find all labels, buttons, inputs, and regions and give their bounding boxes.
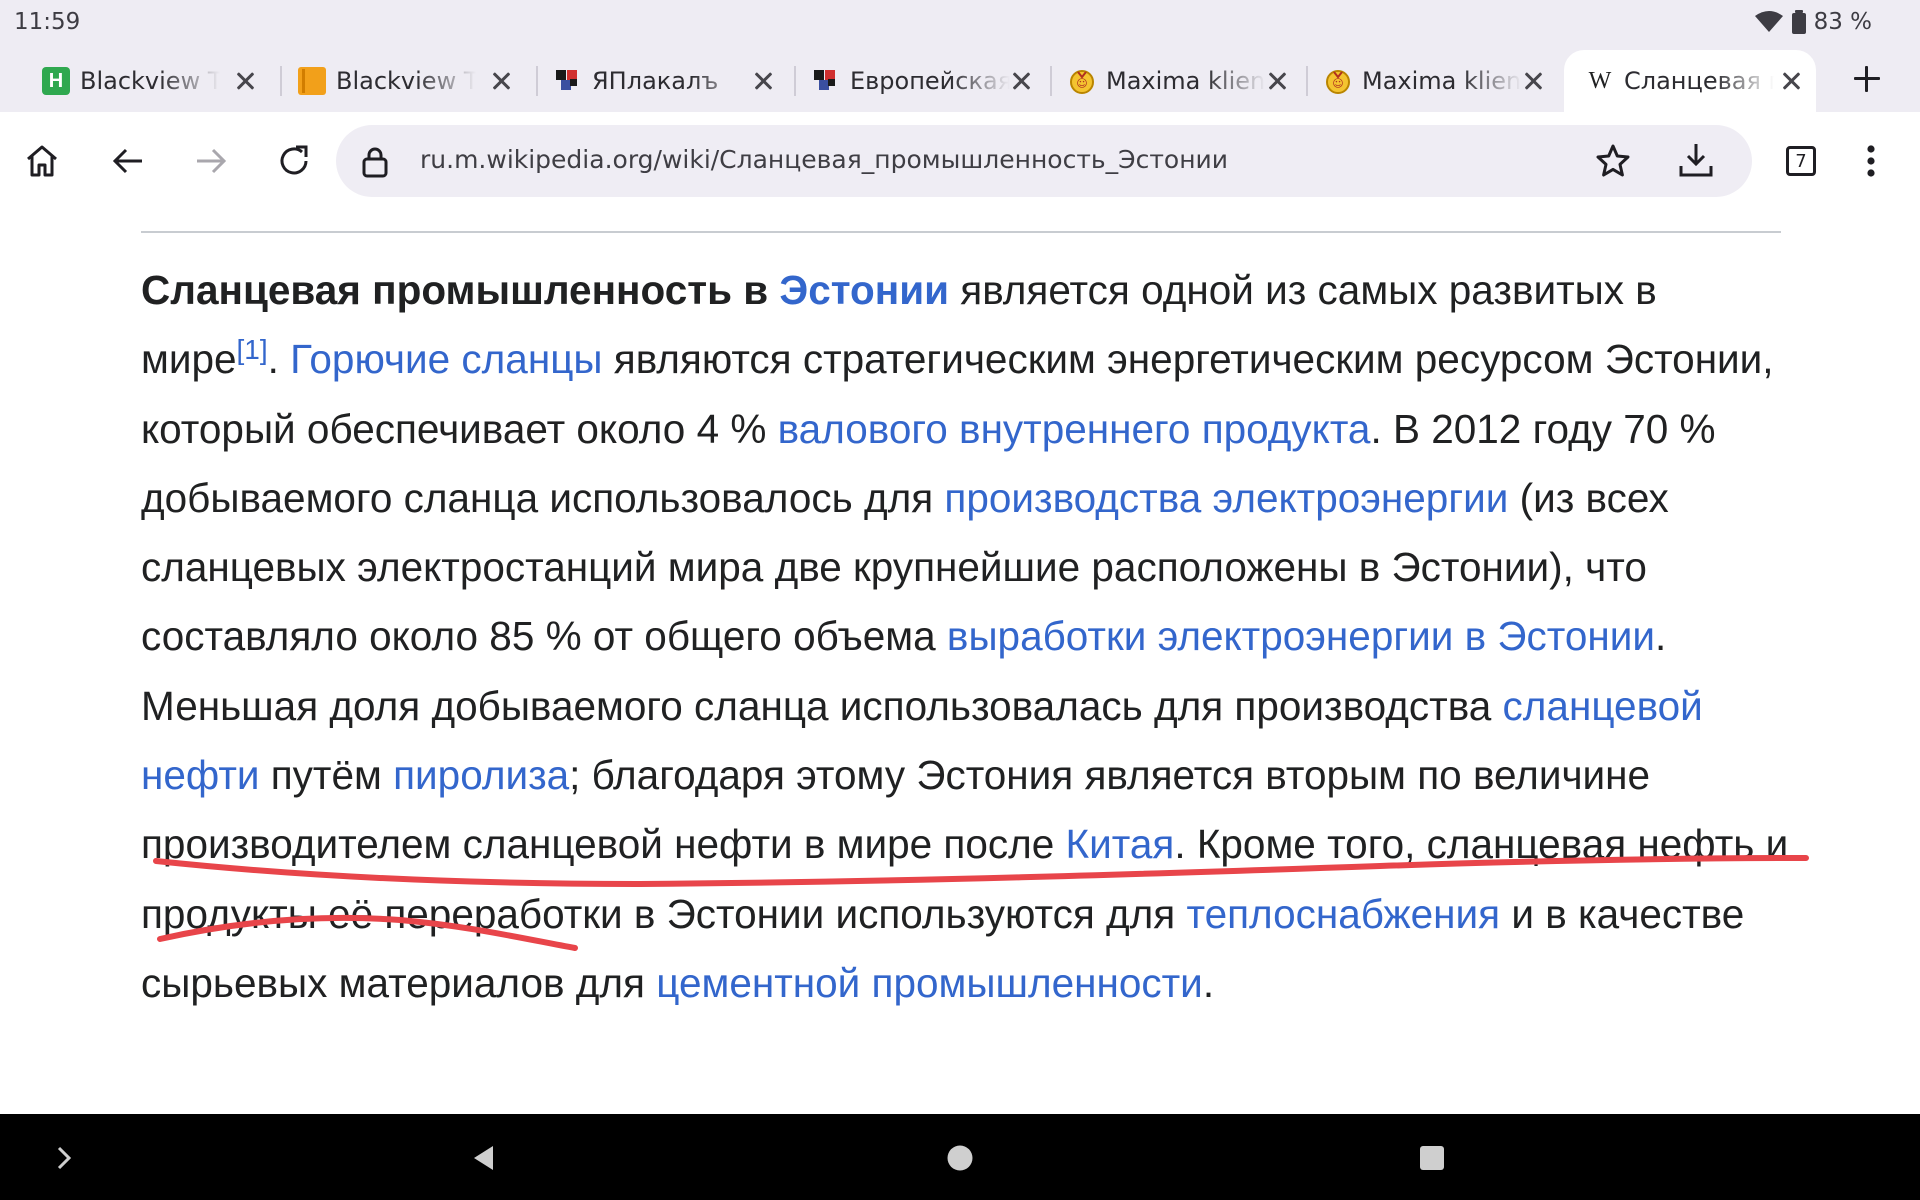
tab-switcher-icon: 7	[1786, 146, 1816, 176]
url-text[interactable]: ru.m.wikipedia.org/wiki/Сланцевая_промыш…	[420, 145, 1228, 174]
text-run: .	[1202, 959, 1215, 1006]
close-icon[interactable]	[1778, 68, 1804, 94]
link-pyrolysis[interactable]: пиролиза	[393, 752, 569, 798]
status-bar: 11:59 83 %	[0, 0, 1920, 44]
more-vert-icon	[1867, 145, 1875, 177]
close-icon[interactable]	[1008, 68, 1034, 94]
svg-text:☺: ☺	[1076, 77, 1087, 90]
lock-icon[interactable]	[358, 145, 392, 179]
reload-button[interactable]	[269, 136, 319, 186]
text-run: .	[267, 336, 291, 383]
text-run: путём	[259, 752, 394, 799]
download-icon[interactable]	[1676, 140, 1716, 180]
tab-yaplakal[interactable]: ЯПлакалъ	[532, 50, 788, 112]
link-power-generation[interactable]: выработки электроэнергии в Эстонии	[947, 613, 1655, 659]
close-icon[interactable]	[488, 68, 514, 94]
address-bar[interactable]: ru.m.wikipedia.org/wiki/Сланцевая_промыш…	[336, 125, 1752, 197]
back-button[interactable]	[103, 136, 153, 186]
home-icon	[27, 145, 57, 177]
tab-switcher-button[interactable]: 7	[1776, 136, 1826, 186]
tab-title: ЯПлакалъ	[592, 67, 752, 95]
expand-chevron-icon	[57, 1146, 72, 1170]
tab-title: Maxima klient	[1106, 67, 1266, 95]
browser-toolbar: ru.m.wikipedia.org/wiki/Сланцевая_промыш…	[0, 112, 1920, 210]
section-divider	[141, 231, 1781, 233]
system-navigation-bar	[0, 1114, 1920, 1200]
tab-wikipedia-active[interactable]: W Сланцевая п	[1564, 50, 1816, 112]
yaplakal-favicon-icon	[556, 70, 577, 90]
reload-icon	[280, 145, 308, 175]
svg-text:☺: ☺	[1332, 77, 1343, 90]
h-favicon-icon: H	[42, 67, 70, 95]
article-lead-bold: Сланцевая промышленность в	[141, 267, 769, 313]
status-indicators: 83 %	[1754, 9, 1872, 35]
link-heat-supply[interactable]: теплоснабжения	[1187, 891, 1501, 937]
tab-count: 7	[1795, 150, 1807, 172]
more-menu-button[interactable]	[1846, 136, 1896, 186]
forward-button[interactable]	[186, 136, 236, 186]
tab-european[interactable]: Европейская	[790, 50, 1046, 112]
close-icon[interactable]	[232, 68, 258, 94]
tab-title: Европейская	[850, 67, 1010, 95]
tab-blackview-2[interactable]: Blackview Tab	[276, 50, 526, 112]
tab-title: Blackview Tab	[336, 67, 476, 95]
tab-title: Maxima klient	[1362, 67, 1522, 95]
close-icon[interactable]	[1520, 68, 1546, 94]
reference-1[interactable]: [1]	[237, 334, 268, 365]
tab-title: Сланцевая п	[1624, 67, 1774, 95]
link-gdp[interactable]: валового внутреннего продукта	[778, 406, 1371, 452]
status-time: 11:59	[14, 9, 81, 35]
back-triangle-icon	[474, 1146, 493, 1170]
tab-maxima-2[interactable]: ☺ Maxima klient	[1302, 50, 1558, 112]
wifi-icon	[1754, 11, 1783, 32]
close-icon[interactable]	[750, 68, 776, 94]
tab-blackview-1[interactable]: H Blackview Tab	[20, 50, 270, 112]
tab-maxima-1[interactable]: ☺ Maxima klient	[1046, 50, 1302, 112]
maxima-favicon-icon: ☺	[1070, 70, 1094, 94]
nav-recents-button[interactable]	[1408, 1134, 1456, 1182]
maxima-favicon-icon: ☺	[1326, 70, 1350, 94]
home-circle-icon	[947, 1145, 973, 1171]
link-cement-industry[interactable]: цементной промышленности	[656, 960, 1203, 1006]
book-favicon-icon	[298, 67, 326, 95]
tab-title: Blackview Tab	[80, 67, 220, 95]
battery-percent: 83 %	[1813, 9, 1872, 35]
expand-button[interactable]	[40, 1134, 88, 1182]
star-icon[interactable]	[1594, 142, 1632, 180]
new-tab-button[interactable]	[1846, 58, 1888, 100]
link-oil-shale[interactable]: Горючие сланцы	[290, 336, 602, 382]
forward-arrow-icon	[197, 148, 227, 174]
back-arrow-icon	[112, 148, 142, 174]
battery-icon	[1791, 10, 1806, 34]
wikipedia-favicon-icon: W	[1588, 67, 1612, 94]
home-button[interactable]	[17, 136, 67, 186]
link-power-production[interactable]: производства электроэнергии	[944, 475, 1508, 521]
nav-back-button[interactable]	[460, 1134, 508, 1182]
link-china[interactable]: Китая	[1066, 821, 1175, 867]
recents-square-icon	[1420, 1146, 1444, 1170]
nav-home-button[interactable]	[936, 1134, 984, 1182]
tab-strip: H Blackview Tab Blackview Tab ЯПлакалъ Е…	[0, 44, 1920, 112]
close-icon[interactable]	[1264, 68, 1290, 94]
article-paragraph: Сланцевая промышленность в Эстонии являе…	[141, 256, 1791, 1018]
link-estonia[interactable]: Эстонии	[779, 267, 949, 313]
yaplakal-favicon-icon	[814, 70, 835, 90]
